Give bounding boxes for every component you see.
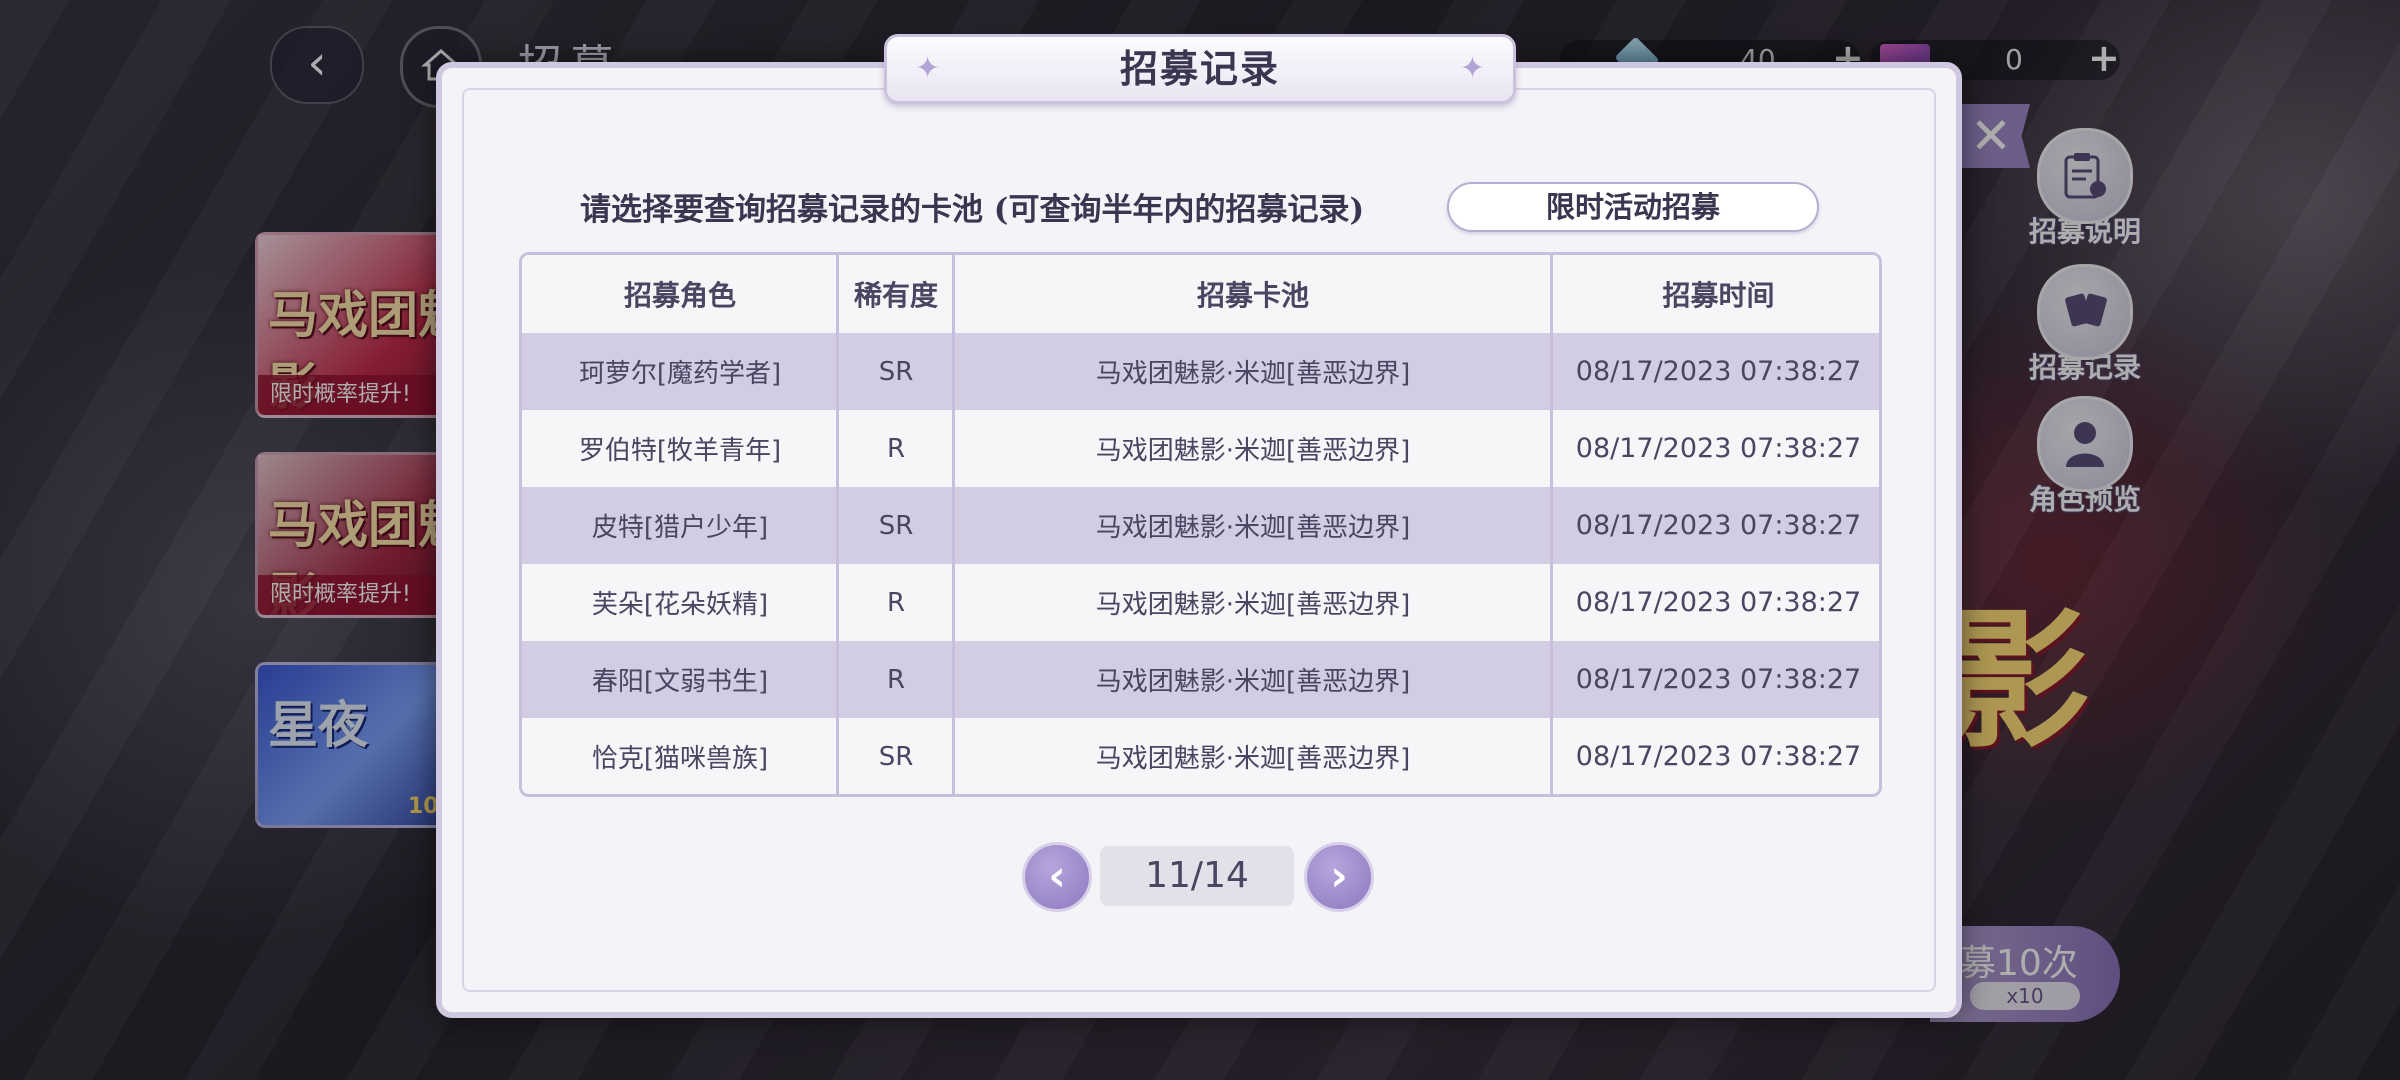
table-row: 春阳[文弱书生] R 马戏团魅影·米迦[善恶边界] 08/17/2023 07:…: [522, 641, 1879, 718]
column-divider: [836, 255, 839, 794]
cell-time: 08/17/2023 07:38:27: [1575, 510, 1862, 541]
cell-character: 罗伯特[牧羊青年]: [578, 436, 782, 466]
cell-character: 皮特[猎户少年]: [591, 513, 769, 543]
table-row: 皮特[猎户少年] SR 马戏团魅影·米迦[善恶边界] 08/17/2023 07…: [522, 487, 1879, 564]
column-divider: [952, 255, 955, 794]
dialog-title-plate: ✦ ✦ 招募记录: [884, 34, 1516, 104]
next-page-button[interactable]: ›: [1304, 842, 1374, 912]
column-header: 招募角色: [623, 279, 736, 312]
cell-rarity: SR: [878, 741, 914, 772]
pool-select-dropdown[interactable]: 限时活动招募: [1447, 182, 1819, 232]
table-row: 芙朵[花朵妖精] R 马戏团魅影·米迦[善恶边界] 08/17/2023 07:…: [522, 564, 1879, 641]
cell-rarity: R: [886, 587, 906, 618]
cell-character: 恰克[猫咪兽族]: [591, 744, 769, 774]
dialog-title: 招募记录: [1119, 46, 1280, 91]
cell-rarity: R: [886, 664, 906, 695]
prev-page-button[interactable]: ‹: [1022, 842, 1092, 912]
cell-pool: 马戏团魅影·米迦[善恶边界]: [1095, 513, 1411, 543]
cell-pool: 马戏团魅影·米迦[善恶边界]: [1095, 359, 1411, 389]
cell-character: 芙朵[花朵妖精]: [591, 590, 769, 620]
table-row: 恰克[猫咪兽族] SR 马戏团魅影·米迦[善恶边界] 08/17/2023 07…: [522, 718, 1879, 794]
cell-time: 08/17/2023 07:38:27: [1575, 664, 1862, 695]
cell-time: 08/17/2023 07:38:27: [1575, 356, 1862, 387]
table-header: 招募角色 稀有度 招募卡池 招募时间: [522, 255, 1879, 333]
column-header: 招募卡池: [1196, 279, 1309, 312]
cell-time: 08/17/2023 07:38:27: [1575, 587, 1862, 618]
cell-pool: 马戏团魅影·米迦[善恶边界]: [1095, 436, 1411, 466]
pool-select-prompt: 请选择要查询招募记录的卡池 (可查询半年内的招募记录): [580, 192, 1365, 228]
cell-pool: 马戏团魅影·米迦[善恶边界]: [1095, 744, 1411, 774]
cell-rarity: R: [886, 433, 906, 464]
cell-time: 08/17/2023 07:38:27: [1575, 433, 1862, 464]
cell-pool: 马戏团魅影·米迦[善恶边界]: [1095, 667, 1411, 697]
table-row: 珂萝尔[魔药学者] SR 马戏团魅影·米迦[善恶边界] 08/17/2023 0…: [522, 333, 1879, 410]
cell-character: 春阳[文弱书生]: [591, 667, 769, 697]
column-header: 稀有度: [853, 279, 938, 312]
recruit-record-table: 招募角色 稀有度 招募卡池 招募时间 珂萝尔[魔药学者] SR 马戏团魅影·米迦…: [519, 252, 1882, 797]
chevron-left-icon: ‹: [1048, 851, 1066, 900]
cell-rarity: SR: [878, 510, 914, 541]
cell-character: 珂萝尔[魔药学者]: [578, 359, 782, 389]
chevron-right-icon: ›: [1330, 851, 1348, 900]
cell-pool: 马戏团魅影·米迦[善恶边界]: [1095, 590, 1411, 620]
cell-time: 08/17/2023 07:38:27: [1575, 741, 1862, 772]
table-row: 罗伯特[牧羊青年] R 马戏团魅影·米迦[善恶边界] 08/17/2023 07…: [522, 410, 1879, 487]
column-header: 招募时间: [1662, 279, 1775, 312]
column-divider: [1550, 255, 1553, 794]
cell-rarity: SR: [878, 356, 914, 387]
page-indicator: 11/14: [1100, 846, 1294, 906]
